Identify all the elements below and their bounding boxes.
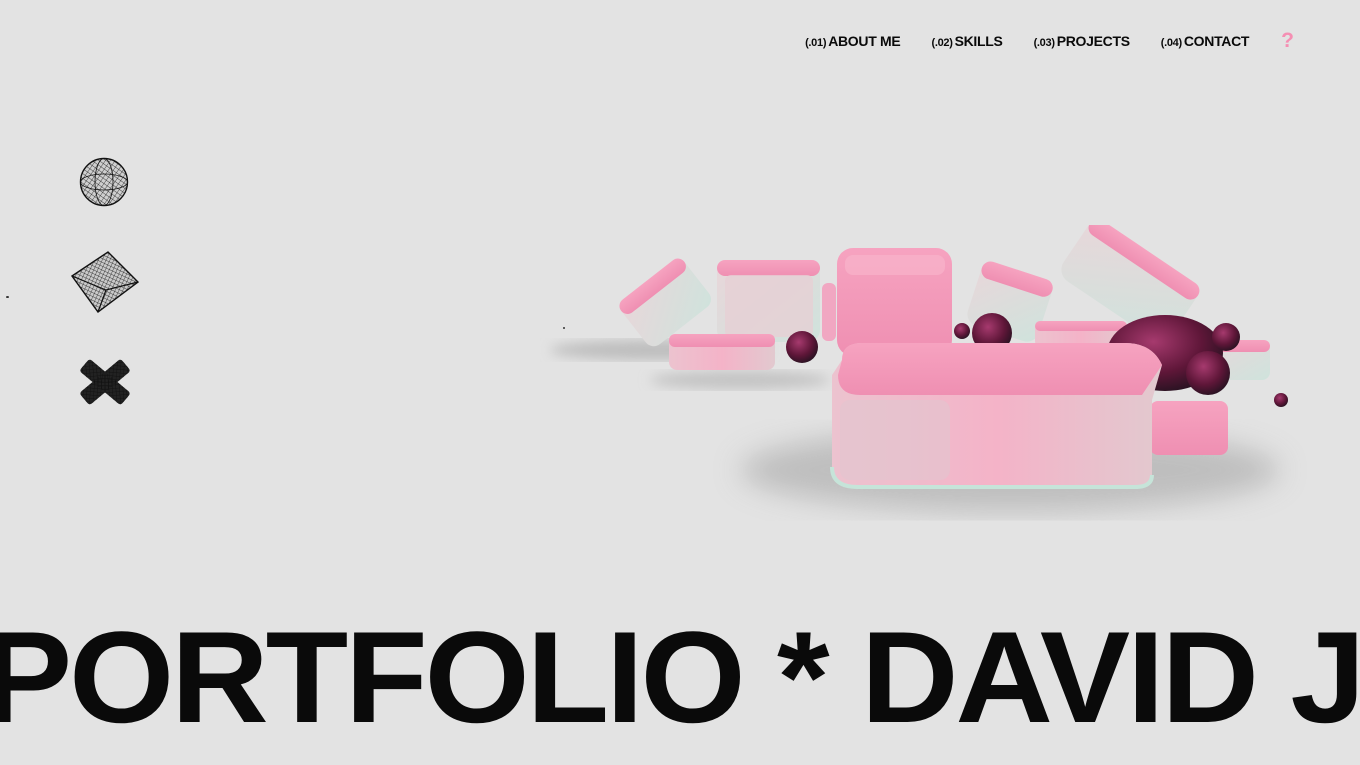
dust-speck — [6, 296, 9, 298]
main-nav: (.01) ABOUT ME (.02) SKILLS (.03) PROJEC… — [805, 30, 1294, 51]
wireframe-sphere-icon[interactable] — [79, 156, 129, 208]
nav-about-me-label: ABOUT ME — [828, 32, 901, 49]
wireframe-cube-icon[interactable] — [68, 250, 140, 314]
nav-projects[interactable]: (.03) PROJECTS — [1034, 33, 1130, 49]
nav-skills[interactable]: (.02) SKILLS — [931, 33, 1002, 49]
portfolio-marquee: PORTFOLIO * DAVID J. B — [0, 622, 1360, 742]
hero-3d-scene — [540, 218, 1330, 535]
nav-skills-label: SKILLS — [954, 32, 1003, 49]
nav-about-me[interactable]: (.01) ABOUT ME — [805, 32, 901, 49]
help-icon[interactable]: ? — [1281, 30, 1294, 51]
marquee-text: PORTFOLIO * DAVID J. B — [0, 622, 1360, 742]
nav-contact-number: (.04) — [1160, 36, 1182, 49]
nav-contact-label: CONTACT — [1183, 32, 1250, 49]
nav-about-me-number: (.01) — [805, 36, 827, 49]
nav-skills-number: (.02) — [931, 36, 953, 49]
nav-contact[interactable]: (.04) CONTACT — [1160, 32, 1250, 49]
nav-projects-number: (.03) — [1033, 36, 1055, 49]
wireframe-cross-icon[interactable] — [76, 355, 134, 409]
nav-projects-label: PROJECTS — [1056, 32, 1130, 49]
